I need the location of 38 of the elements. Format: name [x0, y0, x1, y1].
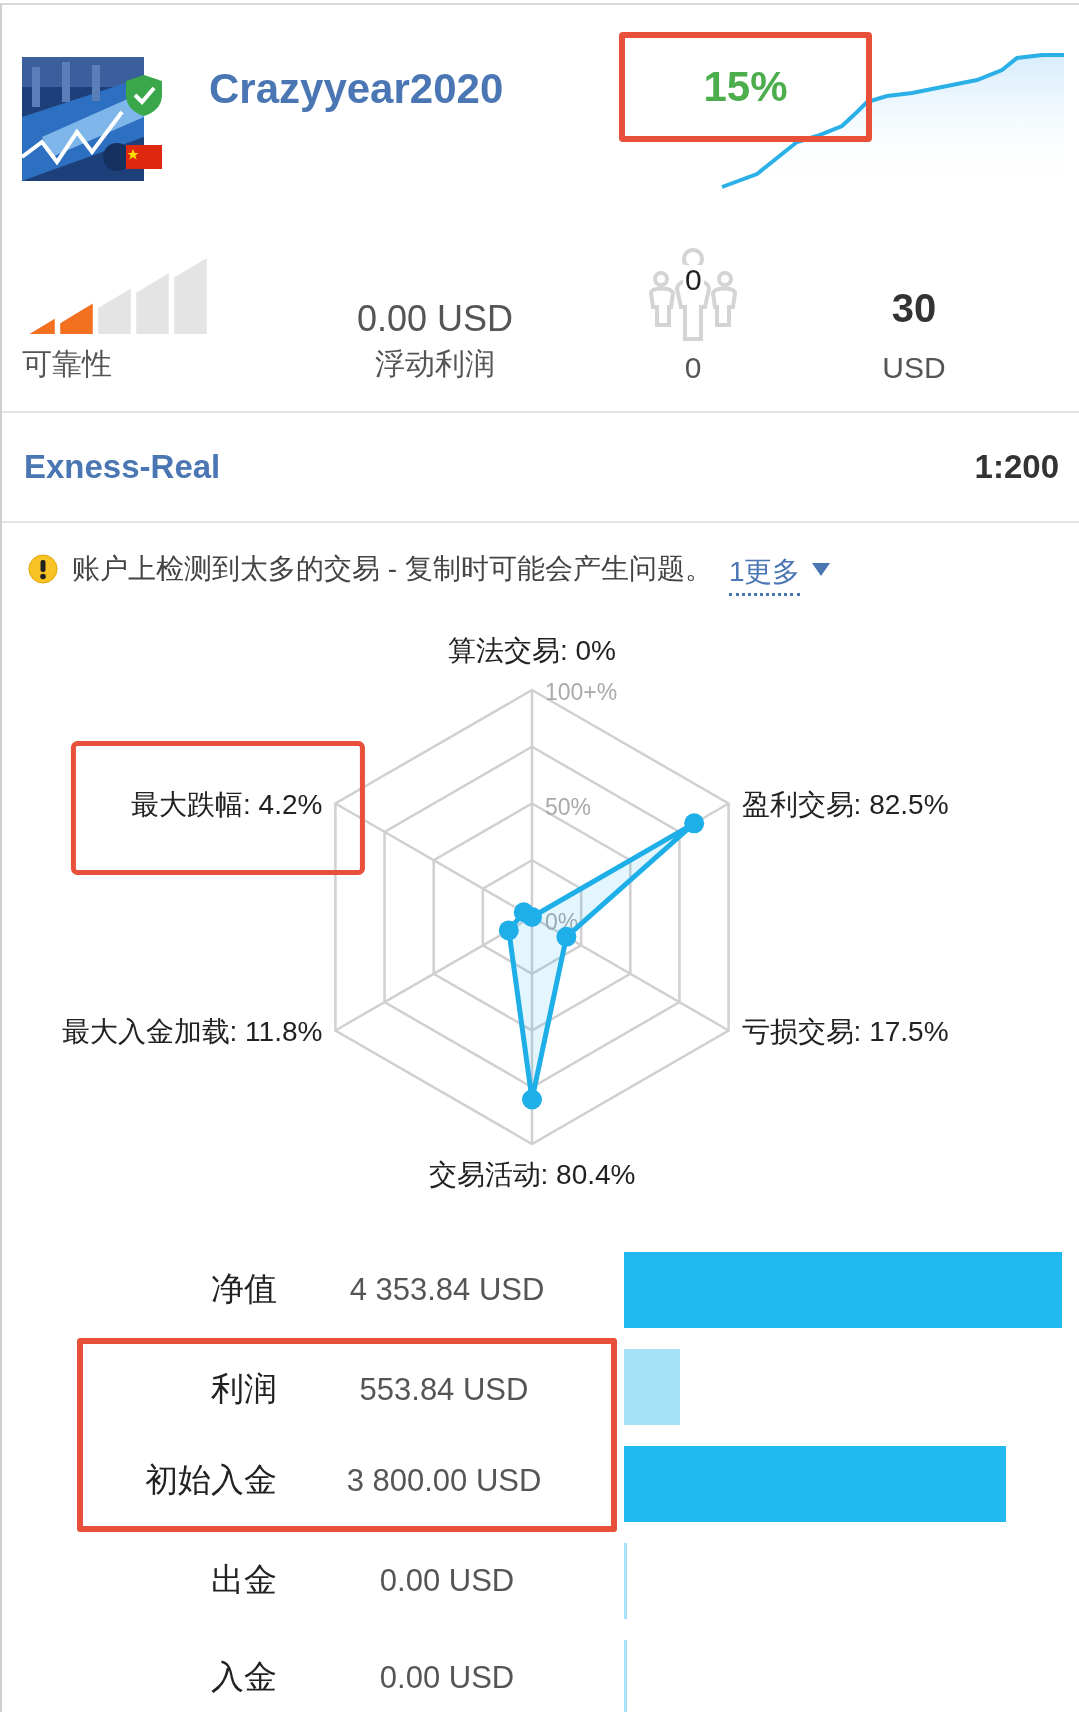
- axis-label: 盈利交易: 82.5%: [741, 788, 949, 820]
- scale-label: 100+%: [545, 679, 618, 705]
- balance-value: 3 800.00 USD: [345, 1462, 543, 1499]
- axis-label: 亏损交易: 17.5%: [741, 1015, 949, 1047]
- axis-label: 最大跌幅: 4.2%: [131, 788, 323, 820]
- data-point: [513, 902, 534, 923]
- axis-label: 算法交易: 0%: [448, 635, 616, 666]
- balance-label: 出金: [210, 1560, 277, 1600]
- currency-label: USD: [882, 351, 946, 385]
- balance-label: 利润: [210, 1369, 277, 1409]
- warning-text: 账户上检测到太多的交易 - 复制时可能会产生问题。: [72, 552, 713, 586]
- balance-label: 初始入金: [144, 1460, 277, 1500]
- growth-value: 15%: [619, 32, 872, 142]
- data-point: [498, 920, 519, 941]
- balance-value: 4 353.84 USD: [348, 1271, 546, 1308]
- subscribers-label: 0: [684, 351, 702, 385]
- axis-label: 最大入金加载: 11.8%: [61, 1015, 323, 1047]
- balance-value: 553.84 USD: [358, 1371, 530, 1408]
- reliability-label: 可靠性: [22, 346, 113, 382]
- flag-icon: [126, 145, 162, 169]
- dropdown-triangle-icon[interactable]: [812, 562, 831, 576]
- account-name[interactable]: Crazyyear2020: [209, 65, 549, 113]
- subscription-price: 30: [891, 286, 937, 331]
- shield-check-icon: [124, 73, 164, 117]
- balance-value: 0.00 USD: [378, 1562, 516, 1599]
- floating-profit-value: 0.00 USD: [356, 298, 514, 340]
- balance-label: 入金: [210, 1657, 277, 1697]
- axis-label: 交易活动: 80.4%: [428, 1159, 636, 1190]
- leverage-value: 1:200: [974, 448, 1059, 486]
- more-link[interactable]: 1更多: [728, 552, 801, 596]
- balance-value: 0.00 USD: [378, 1659, 516, 1696]
- data-point: [684, 813, 705, 834]
- scale-label: 50%: [545, 794, 592, 820]
- balance-label: 净值: [210, 1269, 277, 1309]
- data-point: [522, 1089, 542, 1110]
- warning-icon: [28, 554, 58, 584]
- floating-profit-label: 浮动利润: [375, 346, 495, 382]
- broker-name[interactable]: Exness-Real: [24, 448, 221, 486]
